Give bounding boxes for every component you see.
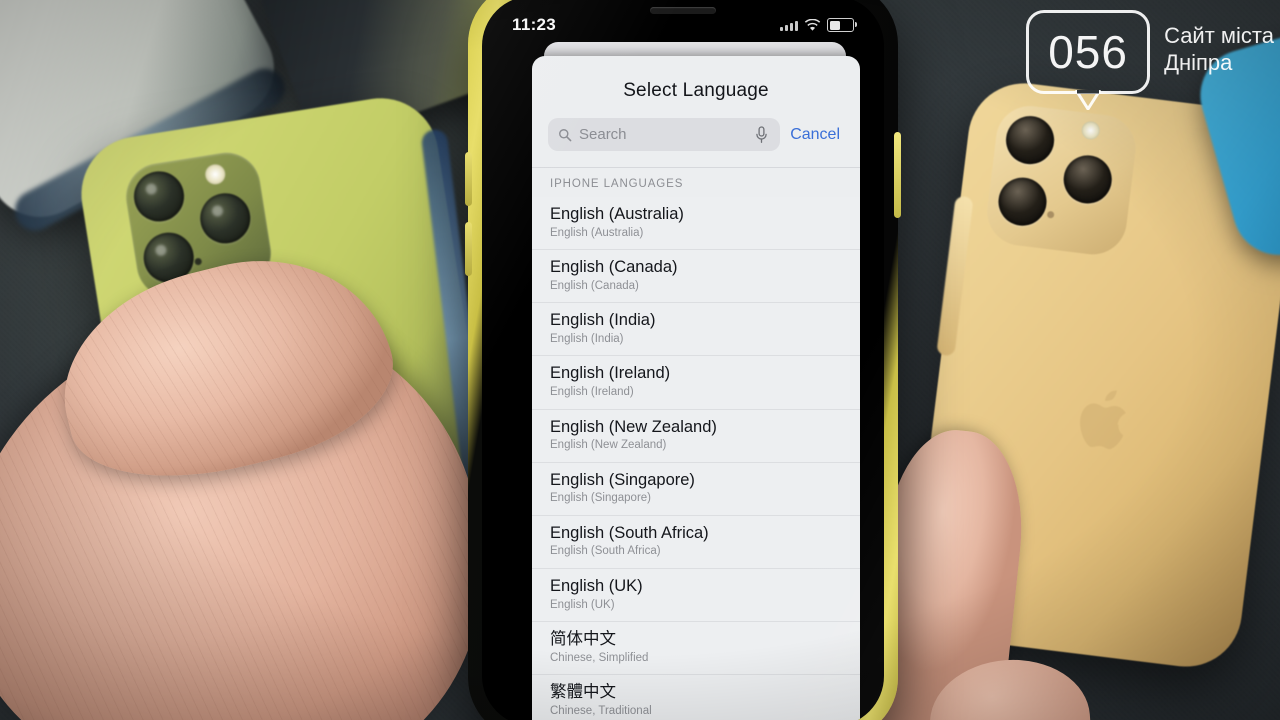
- language-subtitle: English (Australia): [550, 226, 644, 239]
- language-row[interactable]: English (New Zealand) English (New Zealan…: [532, 408, 860, 462]
- camera-lens-icon: [130, 167, 188, 226]
- language-name: English (Australia): [550, 205, 684, 223]
- held-iphone-device: 11:23 Select Language Search Cancel IPHO…: [465, 0, 901, 720]
- language-list[interactable]: English (Australia) English (Australia) En…: [532, 197, 860, 720]
- battery-icon: [827, 18, 857, 32]
- screenshot-root: 11:23 Select Language Search Cancel IPHO…: [0, 0, 1280, 720]
- language-name: 繁體中文: [550, 683, 616, 702]
- cellular-signal-icon: [780, 20, 798, 31]
- camera-lens-icon: [196, 189, 254, 247]
- volume-up-button[interactable]: [465, 152, 472, 206]
- section-header: IPHONE LANGUAGES: [532, 167, 860, 197]
- microphone-icon[interactable]: [755, 125, 768, 144]
- camera-flash-icon: [1080, 120, 1101, 141]
- camera-module-gold: [983, 102, 1140, 259]
- earpiece-speaker: [650, 7, 716, 14]
- status-bar-indicators: [780, 18, 857, 32]
- language-name: English (UK): [550, 576, 643, 595]
- language-subtitle: English (New Zealand): [550, 439, 667, 452]
- language-subtitle: Chinese, Simplified: [550, 651, 649, 664]
- language-name: English (Canada): [550, 258, 678, 277]
- notch: [598, 0, 768, 26]
- language-row[interactable]: 简体中文 Chinese, Simplified: [532, 621, 860, 674]
- language-row[interactable]: English (Singapore) English (Singapore): [532, 461, 860, 515]
- language-name: English (Singapore): [550, 470, 695, 489]
- language-row[interactable]: English (Ireland) English (Ireland): [532, 355, 860, 408]
- language-name: English (South Africa): [550, 523, 709, 542]
- language-subtitle: English (South Africa): [550, 545, 661, 558]
- watermark-line-2: Дніпра: [1164, 50, 1233, 76]
- language-subtitle: English (UK): [550, 598, 615, 611]
- watermark-line-1: Сайт міста: [1164, 23, 1274, 48]
- microphone-hole-icon: [1046, 210, 1055, 219]
- search-row: Search Cancel: [532, 118, 860, 167]
- language-name: 简体中文: [550, 630, 616, 649]
- status-bar-clock: 11:23: [512, 15, 557, 34]
- cancel-button[interactable]: Cancel: [790, 126, 844, 144]
- apple-logo-icon: [1080, 390, 1126, 450]
- language-subtitle: English (Ireland): [550, 386, 634, 399]
- search-input[interactable]: Search: [548, 118, 781, 151]
- language-name: English (India): [550, 311, 656, 330]
- language-row[interactable]: English (UK) English (UK): [532, 567, 860, 621]
- sheet-title: Select Language: [623, 80, 769, 101]
- search-icon: [559, 128, 572, 141]
- power-button[interactable]: [894, 132, 901, 218]
- camera-lens-icon: [1060, 152, 1115, 207]
- language-name: English (Ireland): [550, 364, 671, 383]
- speech-bubble-icon: [1075, 90, 1102, 110]
- language-row[interactable]: English (Canada) English (Canada): [532, 249, 860, 302]
- camera-flash-icon: [203, 162, 227, 186]
- language-name: English (New Zealand): [550, 417, 717, 436]
- phone-screen: 11:23 Select Language Search Cancel IPHO…: [482, 0, 884, 720]
- camera-lens-icon: [995, 174, 1050, 229]
- language-row[interactable]: English (Australia) English (Australia): [532, 197, 860, 249]
- language-row[interactable]: English (South Africa) English (South Afr…: [532, 514, 860, 568]
- watermark-number: 056: [1048, 26, 1128, 78]
- select-language-sheet: Select Language Search Cancel IPHONE LAN…: [532, 56, 860, 720]
- language-subtitle: Chinese, Traditional: [550, 704, 652, 717]
- volume-down-button[interactable]: [465, 222, 472, 276]
- language-row[interactable]: English (India) English (India): [532, 302, 860, 355]
- watermark-text: Сайт міста Дніпра: [1164, 10, 1274, 77]
- language-row[interactable]: 繁體中文 Chinese, Traditional: [532, 674, 860, 720]
- watermark-badge: 056: [1026, 10, 1151, 110]
- watermark: 056 Сайт міста Дніпра: [1026, 10, 1274, 110]
- language-subtitle: English (India): [550, 332, 624, 345]
- camera-lens-icon: [1003, 113, 1057, 167]
- search-placeholder: Search: [579, 126, 627, 143]
- language-subtitle: English (Singapore): [550, 492, 652, 505]
- microphone-hole-icon: [194, 257, 203, 266]
- wifi-icon: [804, 18, 821, 31]
- language-subtitle: English (Canada): [550, 279, 639, 292]
